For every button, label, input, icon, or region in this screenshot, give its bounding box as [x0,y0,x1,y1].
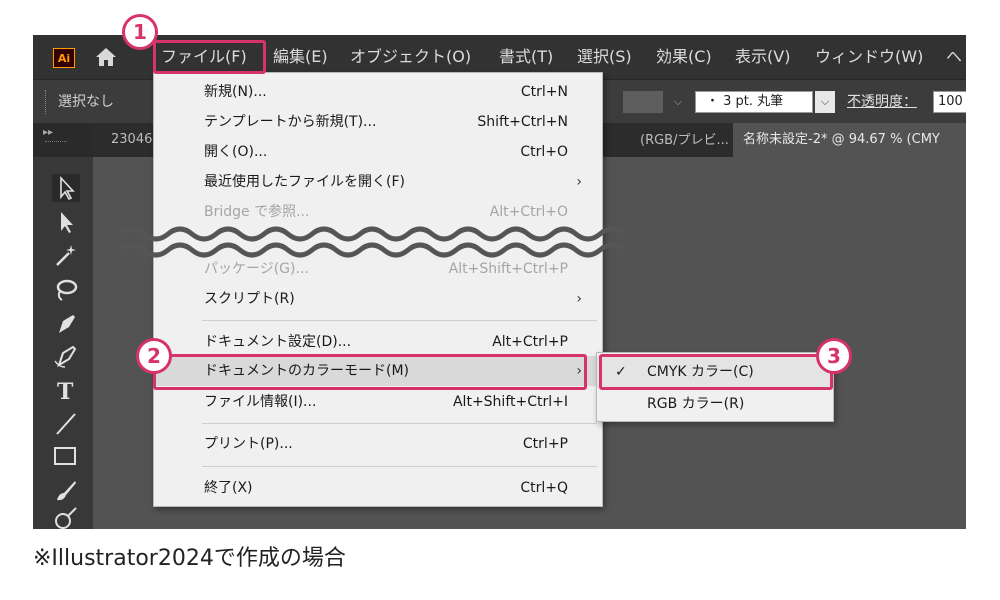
menu-item-scripts[interactable]: スクリプト(R) › [154,284,602,314]
stroke-color-swatch[interactable] [623,91,663,113]
chevron-right-icon: › [576,291,582,307]
menu-item-open[interactable]: 開く(O)... Ctrl+O [154,137,602,167]
chevron-right-icon: › [576,174,582,190]
chevron-down-icon[interactable]: ⌵ [669,91,687,113]
file-menu-dropdown: 新規(N)... Ctrl+N テンプレートから新規(T)... Shift+Ctr… [153,72,603,507]
menu-item-print[interactable]: プリント(P)... Ctrl+P [154,429,602,459]
opacity-field[interactable]: 100 [933,91,966,113]
selection-status: 選択なし [58,94,114,110]
menu-item-new-from-template[interactable]: テンプレートから新規(T)... Shift+Ctrl+N [154,107,602,137]
type-tool-icon[interactable]: T [51,375,81,405]
footnote: ※Illustrator2024で作成の場合 [33,546,346,571]
paintbrush-tool-icon[interactable] [51,475,81,505]
tools-panel-header[interactable]: ▸▸ [33,123,93,157]
menu-separator [202,423,597,424]
step-badge-1: 1 [122,14,158,50]
highlight-file-menu [153,40,266,74]
menu-item-open-recent[interactable]: 最近使用したファイルを開く(F) › [154,167,602,197]
line-tool-icon[interactable] [51,409,81,439]
menu-item-exit[interactable]: 終了(X) Ctrl+Q [154,473,602,503]
menu-view[interactable]: 表示(V) [735,35,790,79]
menu-separator [202,466,597,467]
highlight-color-mode-item [153,354,587,390]
selection-tool-icon[interactable] [51,173,81,203]
curvature-tool-icon[interactable] [51,341,81,371]
direct-selection-tool-icon[interactable] [51,207,81,237]
menu-help[interactable]: ヘ [946,35,962,79]
menu-item-new[interactable]: 新規(N)... Ctrl+N [154,77,602,107]
step-badge-2: 2 [136,338,172,374]
menu-separator [202,320,597,321]
rectangle-tool-icon[interactable] [51,441,81,471]
lasso-tool-icon[interactable] [51,275,81,305]
magic-wand-tool-icon[interactable] [51,241,81,271]
blob-brush-tool-icon[interactable] [51,503,81,529]
menu-effect[interactable]: 効果(C) [656,35,712,79]
step-badge-3: 3 [816,338,852,374]
collapse-icon[interactable]: ▸▸ [43,127,53,138]
chevron-down-icon[interactable]: ⌵ [815,91,835,113]
brush-definition-field[interactable]: ・ 3 pt. 丸筆 [695,91,813,113]
menu-window[interactable]: ウィンドウ(W) [815,35,923,79]
pen-tool-icon[interactable] [51,309,81,339]
tools-panel: ▸▸ T [33,123,93,529]
opacity-label[interactable]: 不透明度： [847,80,917,124]
tab-document-2[interactable]: (RGB/プレビ...× [628,123,749,157]
home-icon[interactable] [93,45,119,69]
highlight-cmyk-item [599,354,833,390]
menu-item-document-setup[interactable]: ドキュメント設定(D)... Alt+Ctrl+P [154,327,602,357]
tab-document-active[interactable]: 名称未設定-2* @ 94.67 % (CMY [733,123,966,157]
omission-wave [120,226,626,258]
ai-logo-icon: Ai [53,48,75,68]
submenu-item-rgb[interactable]: RGB カラー(R) [597,388,833,420]
tab-document-1[interactable]: 23046 [99,123,152,157]
menu-item-file-info[interactable]: ファイル情報(I)... Alt+Shift+Ctrl+I [154,387,602,417]
grip-handle[interactable] [45,90,48,114]
svg-text:T: T [57,379,74,405]
